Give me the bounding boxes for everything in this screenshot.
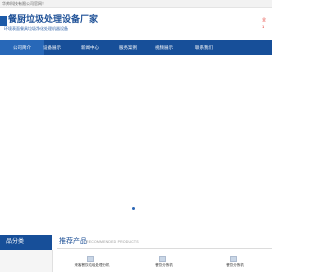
- top-bar-welcome-text: 华帅科技有限公司官网！: [2, 1, 46, 6]
- product-card[interactable]: 来客餐饮垃圾处理分机: [57, 253, 127, 272]
- nav-item-videos[interactable]: 视频展示: [142, 40, 186, 55]
- recommended-subtitle: RECOMMENDED PRODUCTS: [86, 240, 139, 244]
- image-icon[interactable]: [159, 256, 166, 262]
- image-icon[interactable]: [87, 256, 94, 262]
- product-card[interactable]: 餐饮分拣机: [200, 253, 270, 272]
- category-title: 品分类: [6, 239, 25, 245]
- product-name[interactable]: 餐饮分拣机: [200, 263, 270, 267]
- category-header: 品分类: [0, 235, 52, 250]
- product-name[interactable]: 来客餐饮垃圾处理分机: [57, 263, 127, 267]
- site-title[interactable]: 餐厨垃圾处理设备厂家: [8, 14, 98, 25]
- hero-banner[interactable]: [0, 55, 272, 231]
- category-list: [0, 250, 53, 272]
- product-card[interactable]: 餐饮分拣机: [129, 253, 199, 272]
- main-nav: 公司简介 设备展示 新闻中心 服务案例 视频展示 联系我们: [0, 40, 272, 55]
- hotline-label: 全: [262, 17, 266, 22]
- image-icon[interactable]: [230, 256, 237, 262]
- logo-icon[interactable]: [0, 16, 7, 26]
- product-name[interactable]: 餐饮分拣机: [129, 263, 199, 267]
- top-bar: 华帅科技有限公司官网！: [0, 0, 272, 8]
- recommended-title: 推荐产品: [59, 238, 87, 245]
- nav-item-contact[interactable]: 联系我们: [182, 40, 226, 55]
- banner-pagination-dot[interactable]: [132, 207, 135, 210]
- hotline-number: 1: [262, 24, 265, 29]
- site-subtitle: 环境表面餐具垃圾净化处理机器设备: [4, 26, 68, 31]
- section-divider: [57, 248, 272, 249]
